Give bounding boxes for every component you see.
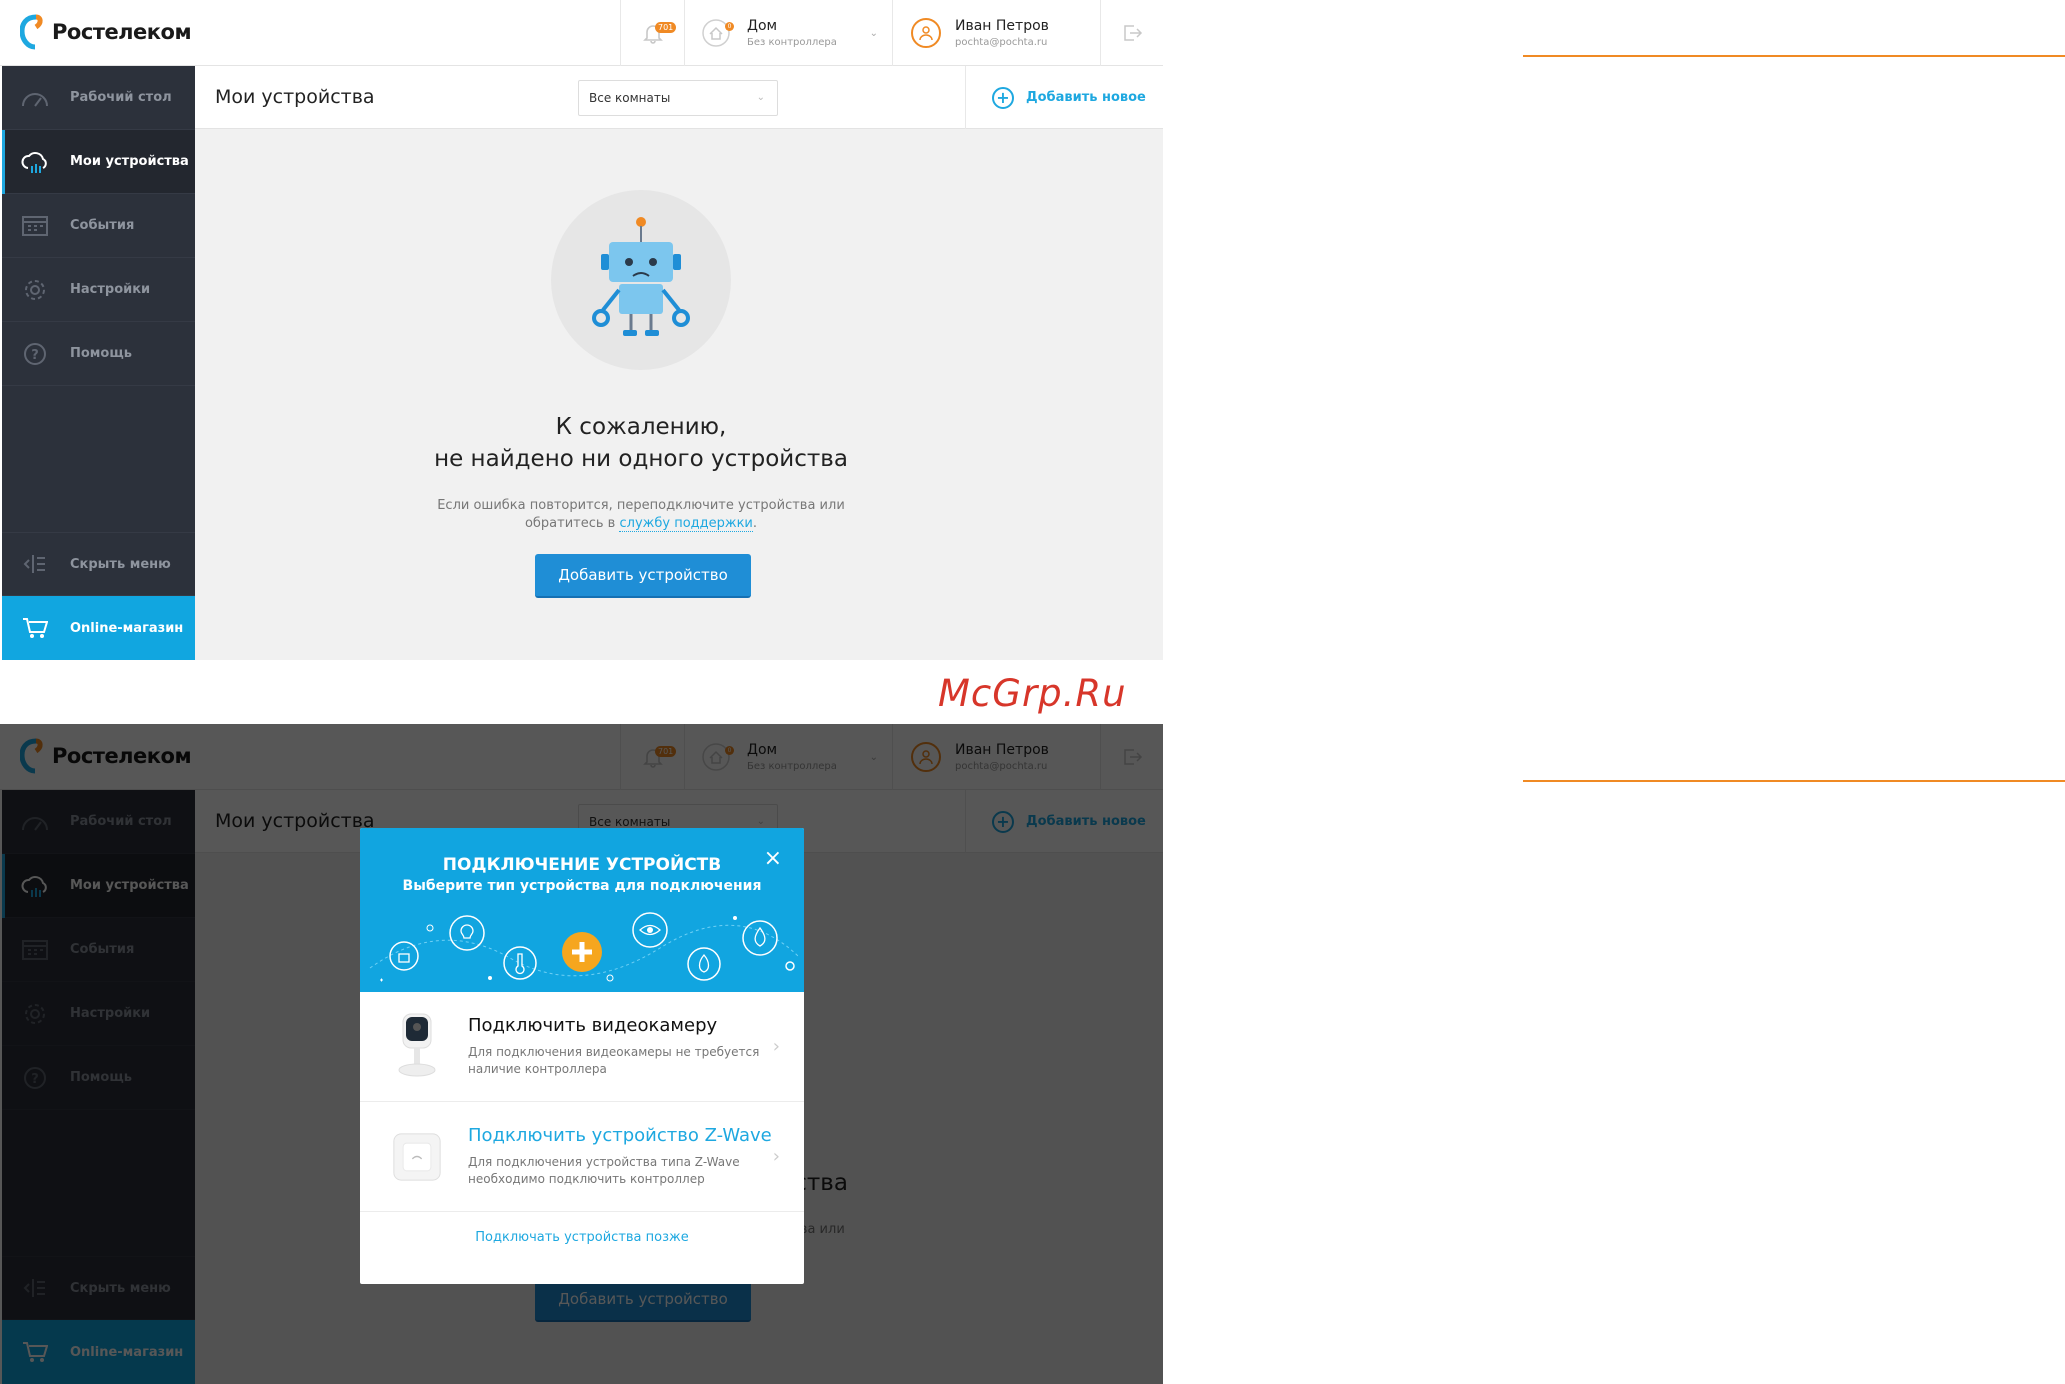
help-text-line2: обратитесь в службу поддержки. xyxy=(195,515,1087,533)
calendar-icon xyxy=(20,211,50,241)
robot-icon xyxy=(592,217,690,336)
option-description-line1: Для подключения видеокамеры не требуется xyxy=(468,1045,760,1059)
main-toolbar: Мои устройства Все комнаты ⌄ + Добавить … xyxy=(195,66,1163,129)
user-name: Иван Петров xyxy=(955,18,1049,34)
room-select[interactable]: Все комнаты ⌄ xyxy=(578,80,778,116)
modal-subtitle: Выберите тип устройства для подключения xyxy=(402,878,762,894)
avatar xyxy=(911,18,941,48)
connect-later-link[interactable]: Подключать устройства позже xyxy=(360,1230,804,1245)
user-email: pochta@pochta.ru xyxy=(955,37,1048,48)
sidebar-item-label: События xyxy=(70,218,135,233)
online-shop-button[interactable]: Online-магазин xyxy=(2,596,195,660)
empty-state-line2: не найдено ни одного устройства xyxy=(434,446,848,472)
brand-name: Ростелеком xyxy=(52,20,192,44)
watermark: McGrp.Ru xyxy=(938,672,1127,715)
sidebar: Рабочий стол Мои устройства События Наст… xyxy=(2,66,195,660)
screen-devices-empty: Ростелеком 701 0 Дом Без контроллера ⌄ И… xyxy=(0,0,1163,660)
option-description: Для подключения устройства типа Z-Wave не… xyxy=(468,1154,772,1188)
sidebar-item-label: Настройки xyxy=(70,282,151,297)
add-new-button[interactable]: + Добавить новое xyxy=(965,66,1163,129)
option-description: Для подключения видеокамеры не требуется… xyxy=(468,1044,759,1078)
main-content: Мои устройства Все комнаты ⌄ + Добавить … xyxy=(195,66,1163,660)
thermometer-icon xyxy=(503,946,537,980)
home-badge: 0 xyxy=(725,22,734,31)
top-header: Ростелеком 701 0 Дом Без контроллера ⌄ xyxy=(0,0,1163,66)
connect-camera-option[interactable]: Подключить видеокамеру Для подключения в… xyxy=(360,992,804,1102)
connect-zwave-option[interactable]: Подключить устройство Z-Wave Для подключ… xyxy=(360,1102,804,1212)
gear-icon xyxy=(20,275,50,305)
logout-icon xyxy=(1124,25,1143,41)
logout-button[interactable] xyxy=(1100,0,1163,66)
sad-robot-illustration xyxy=(551,190,731,370)
sidebar-item-dashboard[interactable]: Рабочий стол xyxy=(2,66,195,130)
sidebar-item-events[interactable]: События xyxy=(2,194,195,258)
dashboard-icon xyxy=(20,83,50,113)
help-icon: ? xyxy=(20,339,50,369)
orange-divider xyxy=(1523,780,2065,782)
hide-menu-button[interactable]: Скрыть меню xyxy=(2,532,195,596)
support-link[interactable]: службу поддержки xyxy=(619,516,753,532)
cloud-devices-icon xyxy=(20,147,50,177)
user-profile[interactable]: Иван Петров pochta@pochta.ru xyxy=(892,0,1100,66)
brand-logo[interactable]: Ростелеком xyxy=(20,14,192,50)
sidebar-item-label: Рабочий стол xyxy=(70,90,172,105)
collapse-menu-icon xyxy=(20,549,50,579)
option-title: Подключить видеокамеру xyxy=(468,1015,718,1036)
user-icon xyxy=(919,26,933,41)
lightbulb-icon xyxy=(449,915,485,951)
sidebar-item-my-devices[interactable]: Мои устройства xyxy=(2,130,195,194)
notifications-button[interactable]: 701 xyxy=(620,0,684,66)
add-device-button[interactable]: Добавить устройство xyxy=(535,554,751,598)
help-text-line1: Если ошибка повторится, переподключите у… xyxy=(437,498,845,513)
page: Ростелеком 701 0 Дом Без контроллера ⌄ И… xyxy=(0,0,2065,1384)
hide-menu-label: Скрыть меню xyxy=(70,556,171,572)
camera-icon xyxy=(392,1012,442,1082)
close-icon[interactable]: × xyxy=(764,848,782,870)
cart-icon xyxy=(20,613,50,643)
help-text-prefix: обратитесь в xyxy=(524,516,616,531)
modal-title: ПОДКЛЮЧЕНИЕ УСТРОЙСТВ xyxy=(442,855,722,875)
chevron-right-icon: › xyxy=(772,1146,780,1167)
online-shop-label: Online-магазин xyxy=(70,620,184,636)
connect-devices-modal: ПОДКЛЮЧЕНИЕ УСТРОЙСТВ Выберите тип устро… xyxy=(360,828,804,1284)
empty-state-help: Если ошибка повторится, переподключите у… xyxy=(195,497,1087,533)
modal-header: ПОДКЛЮЧЕНИЕ УСТРОЙСТВ Выберите тип устро… xyxy=(360,828,804,992)
help-text-suffix: . xyxy=(752,516,758,531)
zwave-controller-icon xyxy=(392,1122,442,1192)
home-status: Без контроллера xyxy=(747,37,837,48)
option-description-line1: Для подключения устройства типа Z-Wave xyxy=(468,1155,740,1169)
notifications-badge: 701 xyxy=(655,22,677,33)
empty-state-line1: К сожалению, xyxy=(555,414,727,440)
rostelecom-logo-icon xyxy=(20,14,43,50)
room-select-value: Все комнаты xyxy=(589,91,671,105)
add-new-label: Добавить новое xyxy=(1026,90,1146,105)
lock-icon xyxy=(389,941,419,971)
sidebar-item-settings[interactable]: Настройки xyxy=(2,258,195,322)
option-title: Подключить устройство Z-Wave xyxy=(468,1125,772,1146)
option-description-line2: необходимо подключить контроллер xyxy=(468,1172,705,1186)
chevron-down-icon: ⌄ xyxy=(869,28,878,39)
sidebar-item-label: Помощь xyxy=(70,346,132,361)
fire-icon xyxy=(687,947,721,981)
page-title: Мои устройства xyxy=(215,86,375,108)
water-drop-icon xyxy=(742,920,778,956)
device-types-illustration xyxy=(369,912,801,982)
empty-state-title: К сожалению, не найдено ни одного устрой… xyxy=(195,411,1087,475)
orange-divider xyxy=(1523,55,2065,57)
sidebar-item-help[interactable]: ? Помощь xyxy=(2,322,195,386)
chevron-right-icon: › xyxy=(772,1036,780,1057)
option-description-line2: наличие контроллера xyxy=(468,1062,607,1076)
svg-text:?: ? xyxy=(31,348,39,363)
sidebar-item-label: Мои устройства xyxy=(70,154,189,169)
plus-circle-icon: + xyxy=(992,86,1014,109)
home-selector[interactable]: 0 Дом Без контроллера ⌄ xyxy=(684,0,892,66)
home-name: Дом xyxy=(747,18,778,34)
chevron-down-icon: ⌄ xyxy=(756,92,765,103)
screen-connect-modal: Ростелеком 701 0 Дом Без контроллера ⌄ xyxy=(0,724,1163,1384)
